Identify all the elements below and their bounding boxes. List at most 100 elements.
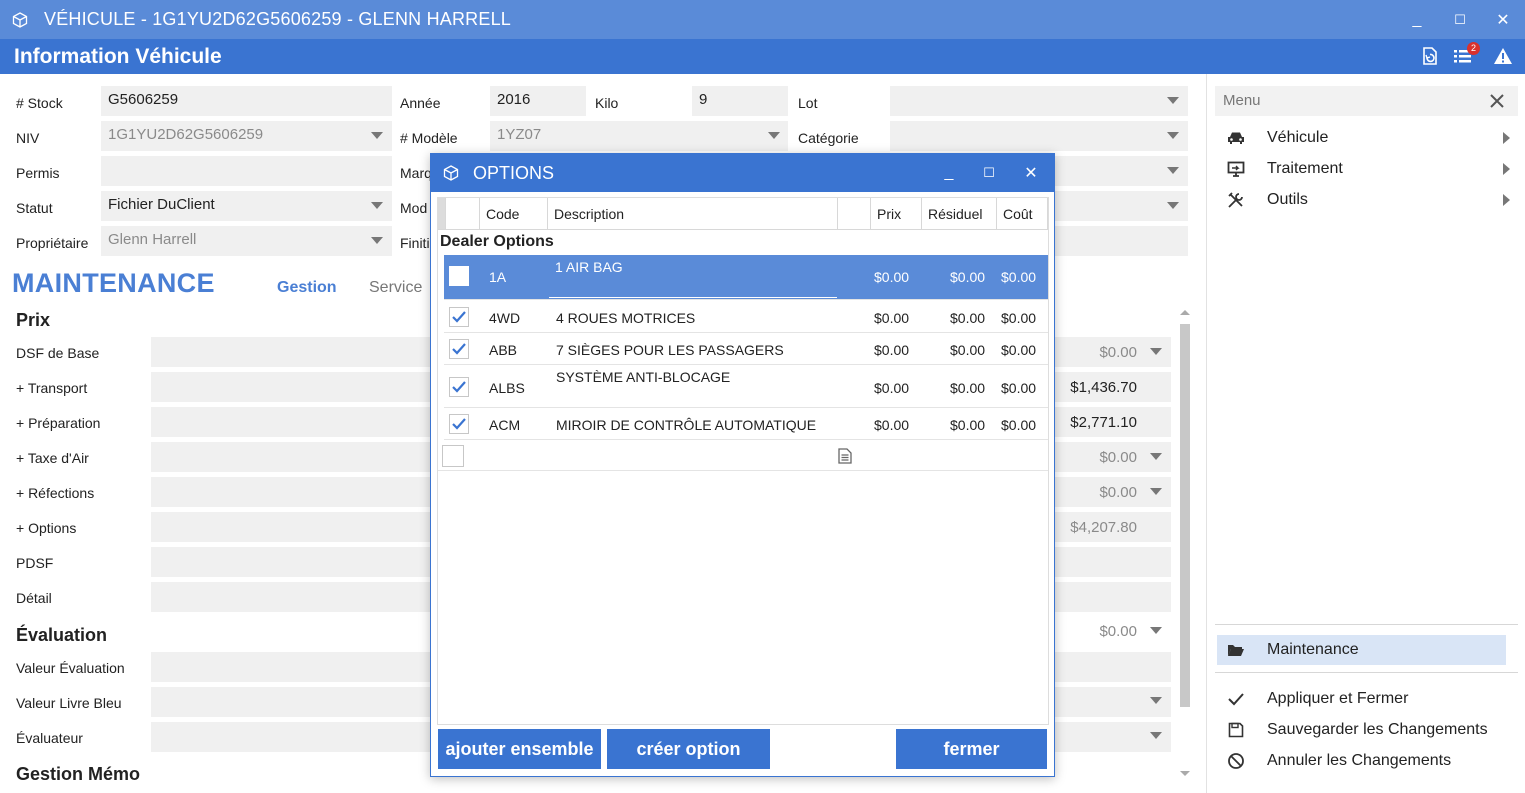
scrollbar-thumb[interactable] — [1180, 324, 1190, 707]
chevron-down-icon[interactable] — [768, 132, 780, 139]
prix-section-title: Prix — [16, 310, 51, 330]
notification-badge: 2 — [1467, 42, 1480, 55]
kilo-field[interactable]: 9 — [692, 86, 788, 116]
column-header-code[interactable]: Code — [480, 198, 548, 230]
scroll-up-icon[interactable] — [1179, 308, 1191, 316]
marque-label: Marq — [400, 165, 432, 181]
options-dialog: OPTIONS _ ☐ ✕ Code Description Prix Rési… — [430, 153, 1055, 777]
chevron-down-icon[interactable] — [371, 237, 383, 244]
valeur-livre-bleu-label: Valeur Livre Bleu — [16, 695, 122, 711]
categorie-label: Catégorie — [798, 130, 859, 146]
menu-item-maintenance[interactable]: Maintenance — [1217, 635, 1506, 665]
lot-label: Lot — [798, 95, 818, 111]
dialog-minimize-button[interactable]: _ — [929, 154, 969, 192]
car-icon — [1225, 127, 1247, 149]
finition-label: Finiti — [400, 235, 430, 251]
chevron-right-icon — [1503, 194, 1510, 206]
chevron-down-icon[interactable] — [371, 132, 383, 139]
transport-value: $1,436.70 — [1070, 379, 1137, 396]
scroll-down-icon[interactable] — [1179, 770, 1191, 778]
table-row[interactable]: ABB 7 SIÈGES POUR LES PASSAGERS $0.00 $0… — [444, 334, 1048, 365]
lot-dropdown[interactable] — [890, 86, 1188, 116]
chevron-down-icon[interactable] — [1167, 202, 1179, 209]
folder-open-icon — [1225, 639, 1247, 661]
cell-cout: $0.00 — [1001, 269, 1037, 285]
categorie-dropdown[interactable] — [890, 121, 1188, 151]
row-checkbox-checked[interactable] — [449, 377, 469, 397]
note-icon[interactable] — [838, 448, 852, 464]
close-dialog-button[interactable]: fermer — [896, 729, 1047, 769]
new-row-checkbox[interactable] — [442, 445, 464, 467]
close-window-button[interactable]: ✕ — [1483, 0, 1523, 39]
row-checkbox[interactable] — [449, 266, 469, 286]
annee-field[interactable]: 2016 — [490, 86, 586, 116]
modele-num-field[interactable]: 1YZ07 — [490, 121, 788, 151]
table-row[interactable]: ACM MIROIR DE CONTRÔLE AUTOMATIQUE $0.00… — [444, 409, 1048, 440]
close-icon[interactable] — [1489, 93, 1505, 109]
column-header-cout[interactable]: Coût — [997, 198, 1048, 230]
tab-gestion[interactable]: Gestion — [277, 279, 337, 297]
cube-icon — [443, 165, 459, 181]
cell-code: ABB — [489, 342, 518, 358]
cancel-changes-button[interactable]: Annuler les Changements — [1217, 746, 1516, 776]
chevron-down-icon[interactable] — [1150, 348, 1162, 355]
maximize-button[interactable]: ☐ — [1440, 0, 1480, 39]
create-option-button[interactable]: créer option — [607, 729, 770, 769]
side-menu: Menu Véhicule Traitement Outils Maintena… — [1206, 74, 1525, 793]
menu-item-label: Outils — [1267, 191, 1308, 208]
tab-service[interactable]: Service — [369, 279, 422, 297]
chevron-down-icon[interactable] — [1167, 97, 1179, 104]
options-value: $4,207.80 — [1070, 519, 1137, 536]
vertical-scrollbar[interactable] — [1177, 308, 1193, 784]
chevron-down-icon[interactable] — [1150, 697, 1162, 704]
permis-field[interactable] — [101, 156, 392, 186]
statut-dropdown[interactable]: Fichier DuClient — [101, 191, 392, 221]
row-checkbox-checked[interactable] — [449, 414, 469, 434]
row-checkbox-checked[interactable] — [449, 307, 469, 327]
chevron-down-icon[interactable] — [371, 202, 383, 209]
chevron-down-icon[interactable] — [1150, 488, 1162, 495]
stock-field[interactable]: G5606259 — [101, 86, 392, 116]
niv-field[interactable]: 1G1YU2D62G5606259 — [101, 121, 392, 151]
checkbox-column-header[interactable] — [446, 198, 480, 230]
cell-code: ALBS — [489, 380, 525, 396]
menu-item-traitement[interactable]: Traitement — [1217, 154, 1516, 184]
pdsf-label: PDSF — [16, 555, 54, 571]
add-set-button[interactable]: ajouter ensemble — [438, 729, 601, 769]
column-header-residuel[interactable]: Résiduel — [922, 198, 997, 230]
minimize-button[interactable]: _ — [1397, 0, 1437, 39]
dialog-maximize-button[interactable]: ☐ — [969, 154, 1009, 192]
options-label: + Options — [16, 520, 77, 536]
permis-label: Permis — [16, 165, 60, 181]
table-row[interactable]: 1A 1 AIR BAG $0.00 $0.00 $0.00 — [444, 255, 1048, 300]
table-row[interactable]: 4WD 4 ROUES MOTRICES $0.00 $0.00 $0.00 — [444, 302, 1048, 333]
save-changes-button[interactable]: Sauvegarder les Changements — [1217, 715, 1516, 745]
row-checkbox-checked[interactable] — [449, 339, 469, 359]
warning-icon[interactable] — [1492, 45, 1514, 67]
chevron-down-icon[interactable] — [1167, 132, 1179, 139]
column-header-prix[interactable]: Prix — [871, 198, 922, 230]
preparation-value: $2,771.10 — [1070, 414, 1137, 431]
chevron-down-icon[interactable] — [1150, 732, 1162, 739]
cell-prix: $0.00 — [874, 417, 910, 433]
window-title-bar: VÉHICULE - 1G1YU2D62G5606259 - GLENN HAR… — [0, 0, 1525, 39]
column-header-description[interactable]: Description — [548, 198, 838, 230]
evaluation-section-title: Évaluation — [16, 625, 108, 645]
new-row[interactable] — [438, 441, 1048, 471]
options-grid: Code Description Prix Résiduel Coût Deal… — [437, 197, 1049, 725]
apply-close-button[interactable]: Appliquer et Fermer — [1217, 684, 1516, 714]
stock-label: # Stock — [16, 95, 63, 111]
proprietaire-field[interactable]: Glenn Harrell — [101, 226, 392, 256]
menu-item-outils[interactable]: Outils — [1217, 185, 1516, 215]
notifications-list-icon[interactable]: 2 — [1452, 42, 1480, 67]
document-refresh-icon[interactable] — [1419, 45, 1441, 67]
chevron-down-icon[interactable] — [1167, 167, 1179, 174]
table-row[interactable]: ALBS SYSTÈME ANTI-BLOCAGE $0.00 $0.00 $0… — [444, 366, 1048, 408]
chevron-down-icon[interactable] — [1150, 453, 1162, 460]
dialog-title: OPTIONS — [473, 162, 555, 183]
menu-item-vehicule[interactable]: Véhicule — [1217, 123, 1516, 153]
cell-description[interactable]: 1 AIR BAG — [549, 255, 837, 298]
dialog-close-button[interactable]: ✕ — [1011, 154, 1051, 192]
cell-residuel: $0.00 — [950, 342, 986, 358]
chevron-down-icon[interactable] — [1150, 627, 1162, 634]
